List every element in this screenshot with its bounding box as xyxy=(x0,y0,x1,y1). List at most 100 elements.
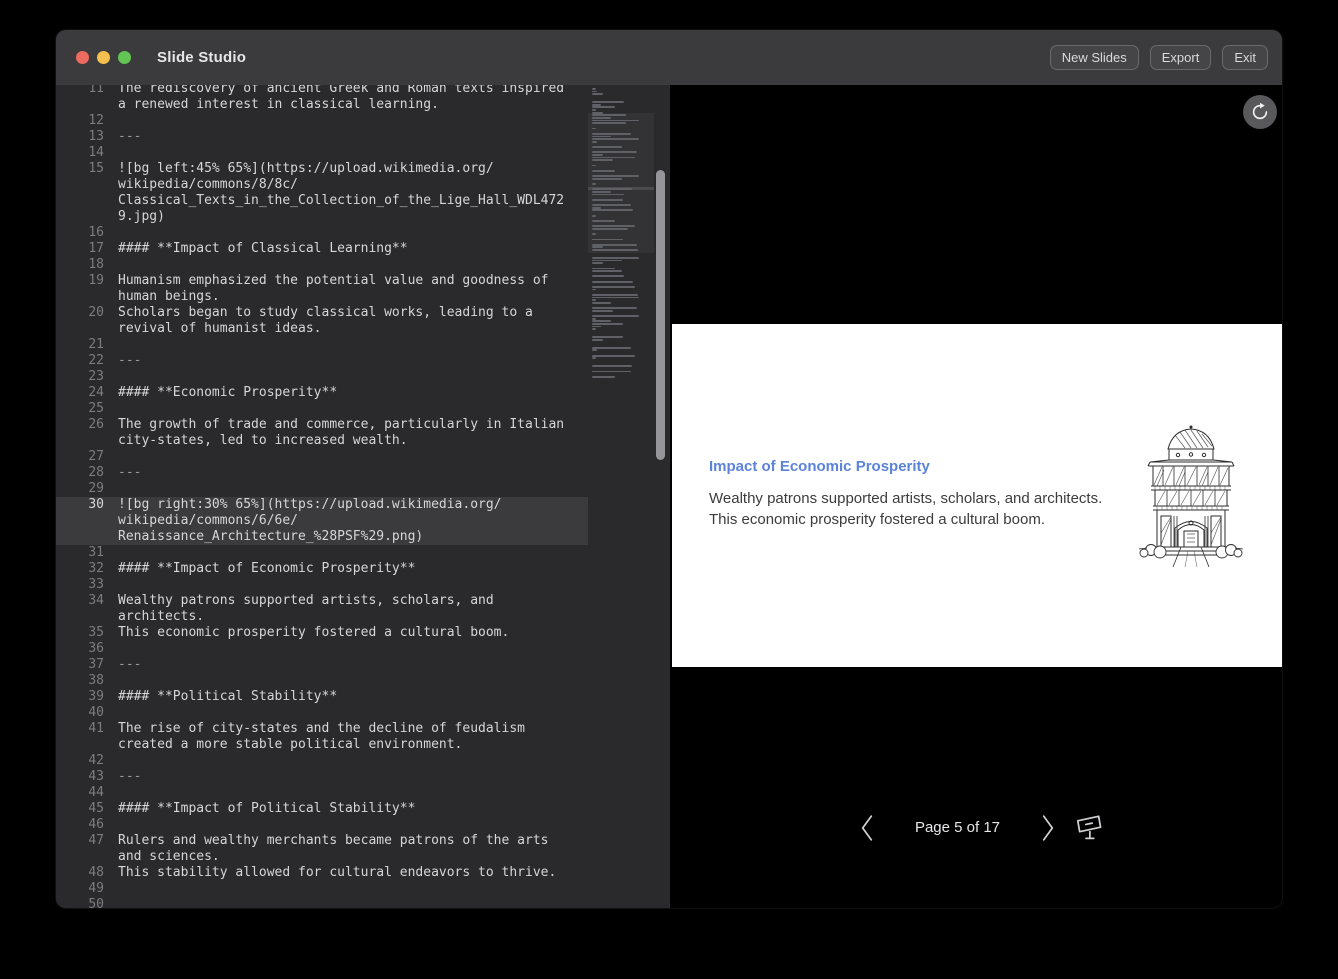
code-line[interactable]: --- xyxy=(104,129,141,145)
code-line[interactable]: revival of humanist ideas. xyxy=(104,321,322,337)
code-line[interactable]: The rise of city-states and the decline … xyxy=(104,721,525,737)
zoom-button[interactable] xyxy=(118,51,131,64)
editor-row[interactable]: 23 xyxy=(56,369,588,385)
code-line[interactable]: and sciences. xyxy=(104,849,220,865)
code-line[interactable]: #### **Impact of Economic Prosperity** xyxy=(104,561,415,577)
editor-row[interactable]: Renaissance_Architecture_%28PSF%29.png) xyxy=(56,529,588,545)
code-line[interactable]: #### **Economic Prosperity** xyxy=(104,385,337,401)
editor-row[interactable]: a renewed interest in classical learning… xyxy=(56,97,588,113)
code-line[interactable]: a renewed interest in classical learning… xyxy=(104,97,439,113)
editor-row[interactable]: 47Rulers and wealthy merchants became pa… xyxy=(56,833,588,849)
editor-row[interactable]: 14 xyxy=(56,145,588,161)
code-line[interactable]: This stability allowed for cultural ende… xyxy=(104,865,556,881)
editor-row[interactable]: city-states, led to increased wealth. xyxy=(56,433,588,449)
code-line[interactable] xyxy=(104,577,118,593)
minimize-button[interactable] xyxy=(97,51,110,64)
code-line[interactable] xyxy=(104,545,118,561)
code-line[interactable]: --- xyxy=(104,657,141,673)
code-line[interactable] xyxy=(104,817,118,833)
code-line[interactable] xyxy=(104,673,118,689)
editor-scrollbar-handle[interactable] xyxy=(656,170,665,460)
code-line[interactable]: --- xyxy=(104,465,141,481)
editor-row[interactable]: 41The rise of city-states and the declin… xyxy=(56,721,588,737)
code-line[interactable] xyxy=(104,449,118,465)
editor-row[interactable]: 36 xyxy=(56,641,588,657)
editor-row[interactable]: 35This economic prosperity fostered a cu… xyxy=(56,625,588,641)
new-slides-button[interactable]: New Slides xyxy=(1050,45,1139,70)
code-line[interactable]: Scholars began to study classical works,… xyxy=(104,305,533,321)
code-line[interactable]: city-states, led to increased wealth. xyxy=(104,433,408,449)
code-line[interactable]: Renaissance_Architecture_%28PSF%29.png) xyxy=(104,529,423,545)
code-line[interactable] xyxy=(104,705,118,721)
exit-button[interactable]: Exit xyxy=(1222,45,1268,70)
editor-row[interactable]: 15![bg left:45% 65%](https://upload.wiki… xyxy=(56,161,588,177)
next-page-button[interactable] xyxy=(1040,814,1056,847)
code-line[interactable]: This economic prosperity fostered a cult… xyxy=(104,625,509,641)
editor-row[interactable]: 11The rediscovery of ancient Greek and R… xyxy=(56,85,588,97)
code-line[interactable]: Rulers and wealthy merchants became patr… xyxy=(104,833,548,849)
editor-row[interactable]: 44 xyxy=(56,785,588,801)
code-line[interactable]: #### **Impact of Classical Learning** xyxy=(104,241,408,257)
editor-row[interactable]: 13--- xyxy=(56,129,588,145)
editor-row[interactable]: 39#### **Political Stability** xyxy=(56,689,588,705)
refresh-button[interactable] xyxy=(1243,95,1277,129)
editor-row[interactable]: 20Scholars began to study classical work… xyxy=(56,305,588,321)
editor-row[interactable]: wikipedia/commons/6/6e/ xyxy=(56,513,588,529)
editor-row[interactable]: 9.jpg) xyxy=(56,209,588,225)
code-line[interactable] xyxy=(104,481,118,497)
code-line[interactable] xyxy=(104,145,118,161)
code-line[interactable]: human beings. xyxy=(104,289,220,305)
editor-row[interactable]: 22--- xyxy=(56,353,588,369)
code-line[interactable] xyxy=(104,225,118,241)
editor-row[interactable]: 45#### **Impact of Political Stability** xyxy=(56,801,588,817)
code-line[interactable] xyxy=(104,881,118,897)
editor-row[interactable]: 26The growth of trade and commerce, part… xyxy=(56,417,588,433)
code-line[interactable]: Classical_Texts_in_the_Collection_of_the… xyxy=(104,193,564,209)
editor-row[interactable]: 30![bg right:30% 65%](https://upload.wik… xyxy=(56,497,588,513)
editor-row[interactable]: 38 xyxy=(56,673,588,689)
code-line[interactable] xyxy=(104,337,118,353)
code-line[interactable]: created a more stable political environm… xyxy=(104,737,462,753)
editor-row[interactable]: 43--- xyxy=(56,769,588,785)
code-line[interactable] xyxy=(104,753,118,769)
code-line[interactable]: ![bg left:45% 65%](https://upload.wikime… xyxy=(104,161,494,177)
editor-row[interactable]: human beings. xyxy=(56,289,588,305)
editor-row[interactable]: Classical_Texts_in_the_Collection_of_the… xyxy=(56,193,588,209)
editor-row[interactable]: 21 xyxy=(56,337,588,353)
code-line[interactable]: The rediscovery of ancient Greek and Rom… xyxy=(104,85,564,97)
code-line[interactable]: wikipedia/commons/6/6e/ xyxy=(104,513,298,529)
editor-row[interactable]: and sciences. xyxy=(56,849,588,865)
code-line[interactable] xyxy=(104,113,118,129)
code-line[interactable]: Humanism emphasized the potential value … xyxy=(104,273,548,289)
code-line[interactable] xyxy=(104,369,118,385)
prev-page-button[interactable] xyxy=(859,814,875,847)
editor-row[interactable]: 18 xyxy=(56,257,588,273)
editor-row[interactable]: 16 xyxy=(56,225,588,241)
editor-row[interactable]: 32#### **Impact of Economic Prosperity** xyxy=(56,561,588,577)
editor-row[interactable]: 27 xyxy=(56,449,588,465)
close-button[interactable] xyxy=(76,51,89,64)
editor-row[interactable]: 12 xyxy=(56,113,588,129)
code-line[interactable]: architects. xyxy=(104,609,204,625)
code-line[interactable]: #### **Impact of Political Stability** xyxy=(104,801,415,817)
code-line[interactable] xyxy=(104,641,118,657)
code-line[interactable] xyxy=(104,401,118,417)
code-line[interactable] xyxy=(104,785,118,801)
editor-row[interactable]: 31 xyxy=(56,545,588,561)
export-button[interactable]: Export xyxy=(1150,45,1212,70)
code-line[interactable] xyxy=(104,257,118,273)
markdown-editor[interactable]: 11The rediscovery of ancient Greek and R… xyxy=(56,85,588,908)
editor-row[interactable]: 17#### **Impact of Classical Learning** xyxy=(56,241,588,257)
editor-row[interactable]: 29 xyxy=(56,481,588,497)
code-line[interactable]: 9.jpg) xyxy=(104,209,165,225)
code-line[interactable]: The growth of trade and commerce, partic… xyxy=(104,417,564,433)
code-line[interactable]: --- xyxy=(104,769,141,785)
code-line[interactable]: Wealthy patrons supported artists, schol… xyxy=(104,593,494,609)
code-line[interactable]: ![bg right:30% 65%](https://upload.wikim… xyxy=(104,497,502,513)
editor-row[interactable]: revival of humanist ideas. xyxy=(56,321,588,337)
editor-row[interactable]: 50 xyxy=(56,897,588,908)
editor-row[interactable]: 42 xyxy=(56,753,588,769)
editor-row[interactable]: 24#### **Economic Prosperity** xyxy=(56,385,588,401)
editor-row[interactable]: 28--- xyxy=(56,465,588,481)
editor-row[interactable]: wikipedia/commons/8/8c/ xyxy=(56,177,588,193)
